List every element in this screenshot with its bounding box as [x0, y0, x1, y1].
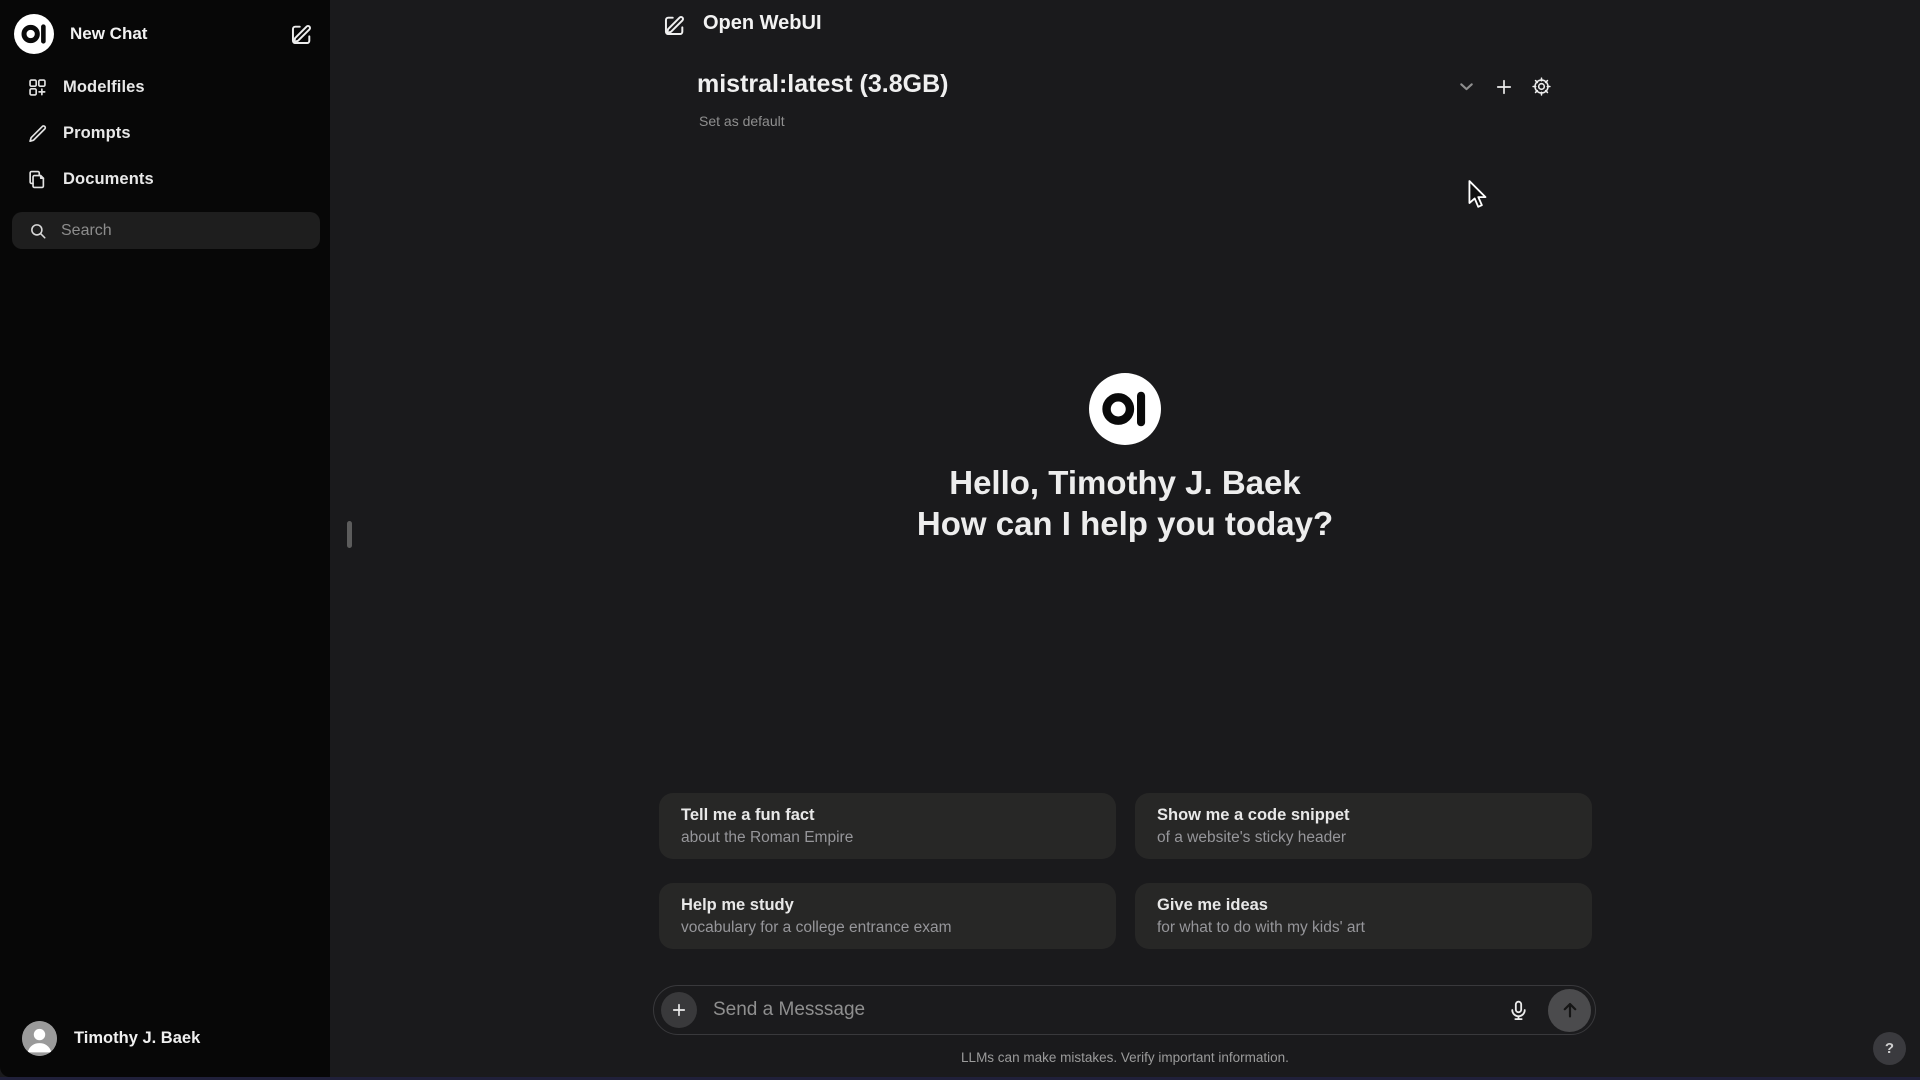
app-title: Open WebUI — [703, 12, 822, 34]
add-model-icon[interactable] — [1494, 77, 1514, 97]
suggestion-card[interactable]: Show me a code snippet of a website's st… — [1135, 793, 1592, 859]
greeting-line2: How can I help you today? — [916, 505, 1334, 542]
sidebar-item-label: Modelfiles — [63, 77, 145, 96]
question-icon: ? — [1884, 1040, 1895, 1057]
model-selector[interactable]: mistral:latest (3.8GB) — [697, 70, 948, 99]
search-input[interactable] — [61, 221, 310, 240]
suggestion-subtitle: about the Roman Empire — [681, 829, 854, 846]
search-icon — [29, 222, 47, 240]
search-box[interactable] — [12, 212, 320, 249]
attach-button[interactable] — [661, 992, 697, 1028]
model-tools — [1456, 76, 1552, 97]
sidebar: New Chat Modelfiles Prompts Documents Se… — [0, 0, 330, 1077]
mouse-cursor — [1467, 180, 1489, 210]
sidebar-item-modelfiles[interactable]: Modelfiles — [0, 64, 330, 110]
message-input[interactable] — [713, 999, 1507, 1021]
suggestion-subtitle: of a website's sticky header — [1157, 829, 1347, 846]
sidebar-menu: Modelfiles Prompts Documents — [0, 64, 330, 202]
greeting-line1: Hello, Timothy J. Baek — [949, 464, 1301, 501]
suggestion-card[interactable]: Give me ideas for what to do with my kid… — [1135, 883, 1592, 949]
openwebui-logo-icon-large — [1089, 373, 1161, 445]
suggestion-title: Tell me a fun fact — [681, 806, 815, 824]
suggestion-grid: Tell me a fun fact about the Roman Empir… — [659, 793, 1592, 949]
squares-plus-icon — [27, 77, 48, 98]
disclaimer-text: LLMs can make mistakes. Verify important… — [961, 1050, 1289, 1065]
message-composer — [653, 985, 1596, 1035]
sidebar-item-label: Prompts — [63, 123, 131, 142]
user-menu[interactable]: Timothy J. Baek — [12, 1013, 318, 1063]
suggestion-title: Give me ideas — [1157, 896, 1268, 914]
user-avatar — [22, 1020, 57, 1056]
new-chat-label: New Chat — [70, 24, 148, 43]
set-default-link[interactable]: Set as default — [699, 113, 785, 129]
document-duplicate-icon — [27, 169, 48, 190]
sidebar-item-prompts[interactable]: Prompts — [0, 110, 330, 156]
new-chat-button[interactable]: New Chat — [0, 0, 330, 56]
gear-icon[interactable] — [1531, 76, 1552, 97]
chevron-down-icon[interactable] — [1456, 76, 1477, 97]
send-button[interactable] — [1548, 988, 1591, 1032]
suggestion-title: Help me study — [681, 896, 794, 914]
welcome-hero: Hello, Timothy J. Baek How can I help yo… — [330, 373, 1920, 544]
pencil-icon — [27, 123, 48, 144]
openwebui-logo-icon — [14, 14, 54, 54]
suggestion-title: Show me a code snippet — [1157, 806, 1350, 824]
suggestion-subtitle: for what to do with my kids' art — [1157, 919, 1365, 936]
sidebar-resize-handle[interactable] — [347, 521, 352, 548]
suggestion-subtitle: vocabulary for a college entrance exam — [681, 919, 952, 936]
sidebar-item-label: Documents — [63, 169, 154, 188]
new-chat-header-icon[interactable] — [662, 13, 687, 38]
sidebar-item-documents[interactable]: Documents — [0, 156, 330, 202]
pencil-square-icon[interactable] — [289, 22, 314, 47]
suggestion-card[interactable]: Tell me a fun fact about the Roman Empir… — [659, 793, 1116, 859]
user-name: Timothy J. Baek — [74, 1028, 201, 1047]
help-button[interactable]: ? — [1873, 1032, 1906, 1065]
suggestion-card[interactable]: Help me study vocabulary for a college e… — [659, 883, 1116, 949]
mic-icon[interactable] — [1507, 999, 1530, 1022]
